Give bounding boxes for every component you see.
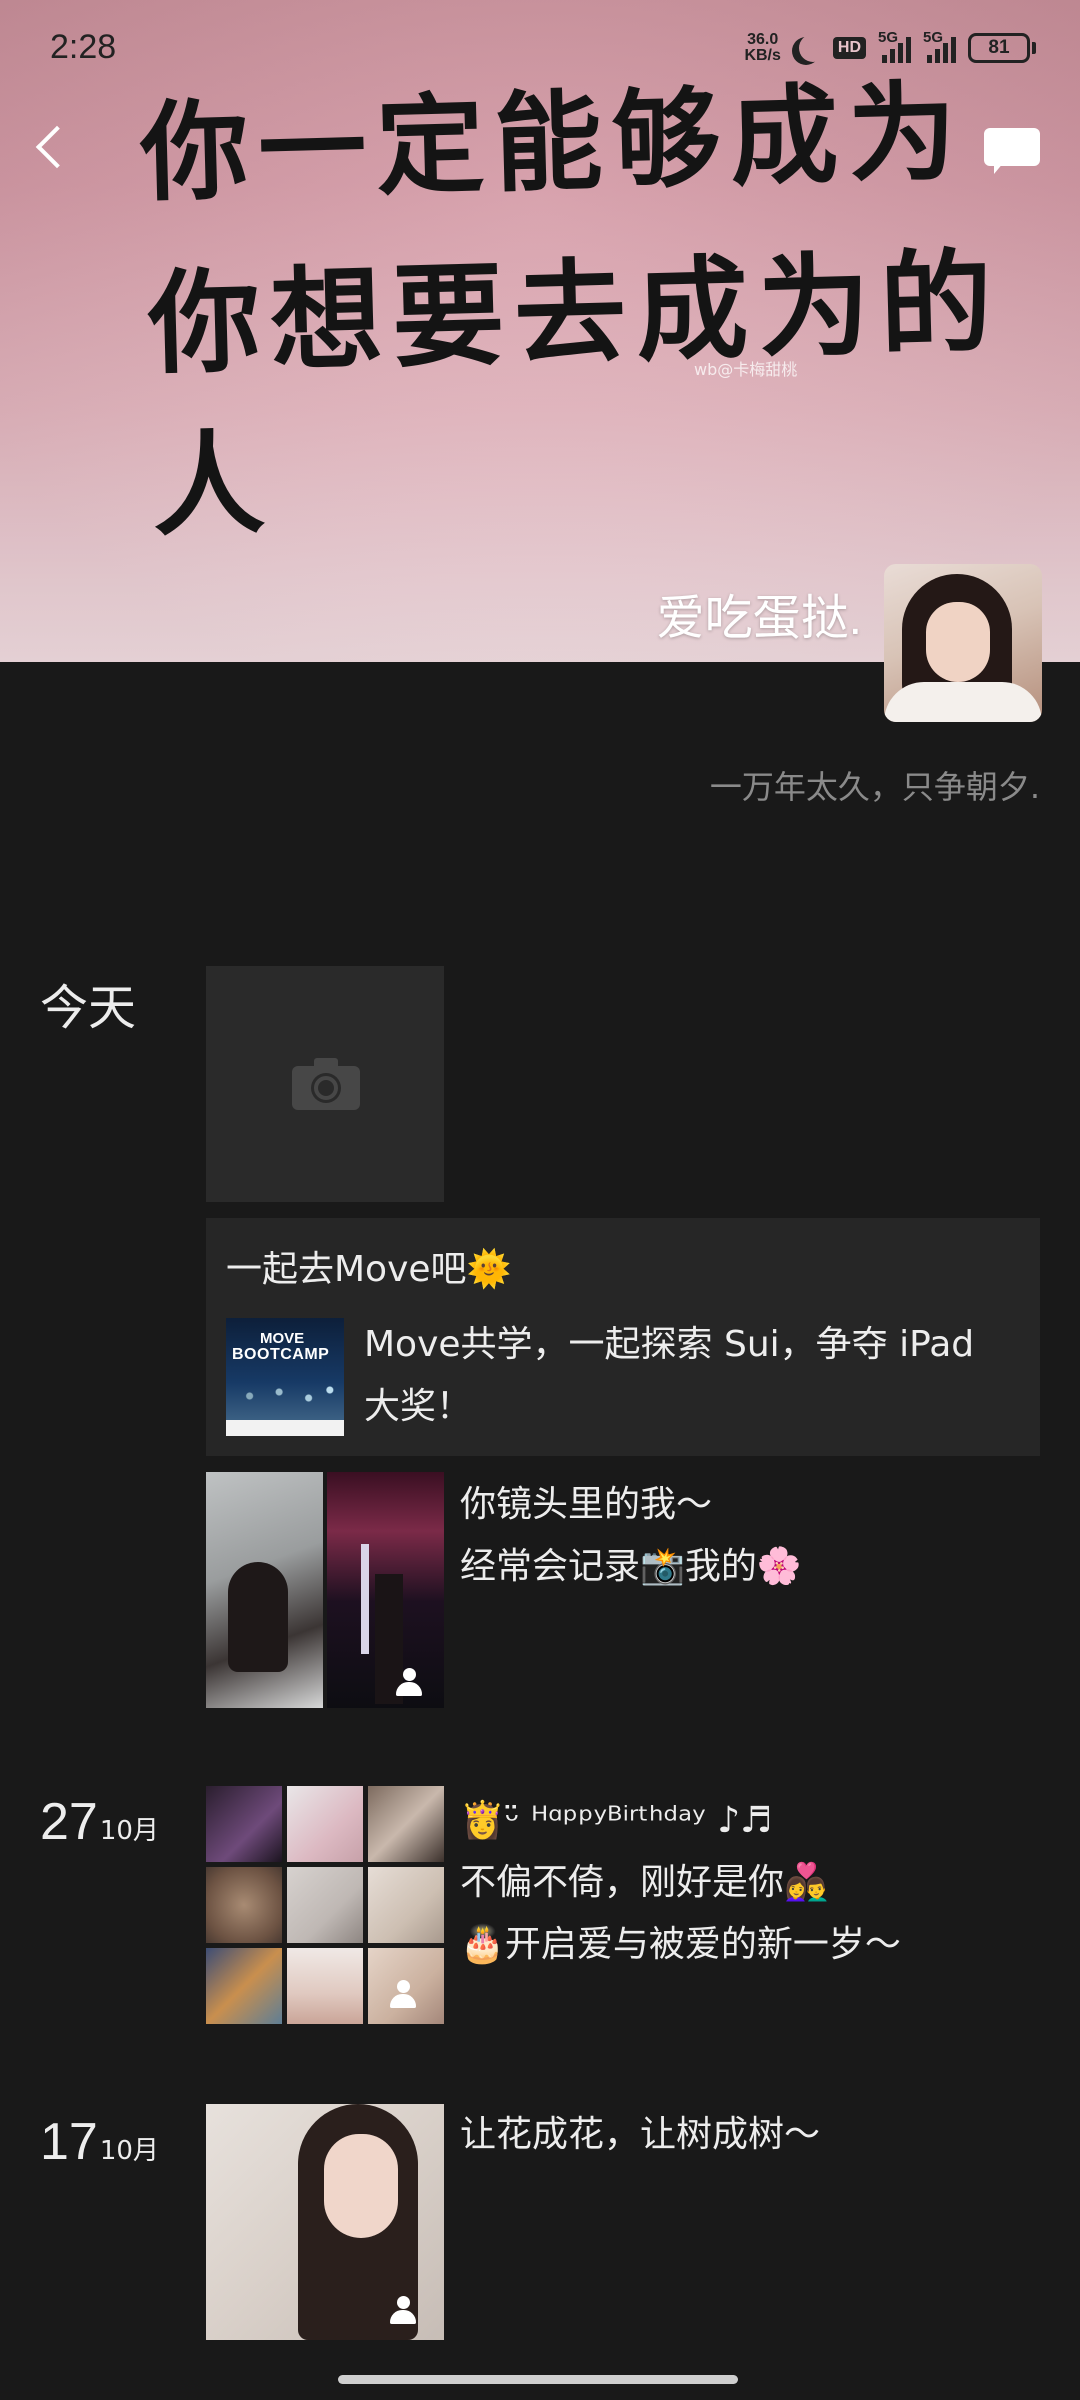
signal-icon: 5G xyxy=(878,29,911,63)
post-new-moment-button[interactable] xyxy=(206,966,444,1202)
profile-signature: 一万年太久，只争朝夕. xyxy=(709,768,1040,806)
post-text[interactable]: 让花成花，让树成树～ xyxy=(460,2104,820,2166)
network-speed-value: 36.0 xyxy=(747,31,779,48)
cover-watermark: wb@卡梅甜桃 xyxy=(694,360,798,379)
post-text-line: 🎂开启爱与被爱的新一岁～ xyxy=(460,1924,901,1965)
moon-icon xyxy=(799,34,827,62)
photo-thumbnail[interactable] xyxy=(287,1867,363,1943)
photo-thumbnail[interactable] xyxy=(206,1948,282,2024)
battery-icon: 81 xyxy=(968,33,1036,63)
signal-1-label: 5G xyxy=(878,29,899,46)
network-speed-unit: KB/s xyxy=(744,47,781,64)
post-text-line: 让花成花，让树成树～ xyxy=(460,2114,821,2155)
photo-thumbnail[interactable] xyxy=(206,1786,282,1862)
shared-link-post[interactable]: 一起去Move吧🌞 MOVE BOOTCAMP Move共学，一起探索 Sui，… xyxy=(206,1218,1040,1456)
comment-icon[interactable] xyxy=(984,128,1040,176)
photo-thumbnail[interactable] xyxy=(206,1867,282,1943)
share-thumbnail: MOVE BOOTCAMP xyxy=(226,1318,344,1436)
share-thumbnail-line2: BOOTCAMP xyxy=(232,1346,330,1363)
signal-2-label: 5G xyxy=(923,29,944,46)
hd-icon: HD xyxy=(832,37,866,59)
cover-image[interactable]: 你一定能够成为 你想要去成为的人 wb@卡梅甜桃 xyxy=(0,0,1080,662)
cover-text-line2: 你想要去成为的人 xyxy=(146,236,1004,553)
status-bar: 2:28 36.0 KB/s HD 5G 5G 81 xyxy=(0,0,1080,96)
date-day: 27 xyxy=(40,1793,98,1851)
photo-thumbnail-pair[interactable] xyxy=(206,1472,444,1708)
post-text-line: 你镜头里的我～ xyxy=(460,1484,713,1525)
profile-name[interactable]: 爱吃蛋挞. xyxy=(657,578,862,648)
post-text[interactable]: 你镜头里的我～ 经常会记录📸我的🌸 xyxy=(460,1474,802,1598)
photo-thumbnail[interactable] xyxy=(287,1786,363,1862)
photo-thumbnail[interactable] xyxy=(287,1948,363,2024)
person-icon xyxy=(392,1668,426,1698)
photo-thumbnail[interactable] xyxy=(368,1867,444,1943)
person-icon xyxy=(386,2296,420,2326)
date-oct-27: 2710月 xyxy=(40,1792,159,1852)
date-month: 10月 xyxy=(99,1816,159,1846)
post-text[interactable]: 👸ᵕ̈ ᴴᵅᵖᵖʸᴮⁱʳᵗʰᵈᵃʸ ♪♬ 不偏不倚，刚好是你👩‍❤️‍👨 🎂开启… xyxy=(460,1790,901,1976)
post-text-line: 经常会记录📸我的🌸 xyxy=(460,1546,802,1587)
battery-level: 81 xyxy=(968,33,1030,63)
person-icon xyxy=(386,1980,420,2010)
share-post-title: 一起去Move吧🌞 xyxy=(226,1249,512,1290)
camera-icon xyxy=(292,1058,360,1110)
status-time: 2:28 xyxy=(50,28,117,66)
avatar[interactable] xyxy=(884,564,1042,722)
signal-icon: 5G xyxy=(923,29,956,63)
date-day: 17 xyxy=(40,2113,98,2171)
photo-thumbnail[interactable] xyxy=(206,1472,323,1708)
date-oct-17: 1710月 xyxy=(40,2112,159,2172)
share-thumbnail-line1: MOVE xyxy=(260,1330,305,1347)
date-month: 10月 xyxy=(99,2136,159,2166)
date-today: 今天 xyxy=(40,980,137,1036)
network-speed: 36.0 KB/s xyxy=(744,32,780,64)
photo-thumbnail[interactable] xyxy=(327,1472,444,1708)
home-indicator[interactable] xyxy=(338,2375,738,2384)
back-icon[interactable] xyxy=(30,124,70,172)
post-text-line: 不偏不倚，刚好是你👩‍❤️‍👨 xyxy=(460,1862,829,1903)
post-text-line: 👸ᵕ̈ ᴴᵅᵖᵖʸᴮⁱʳᵗʰᵈᵃʸ ♪♬ xyxy=(460,1800,773,1841)
photo-thumbnail[interactable] xyxy=(368,1786,444,1862)
status-icons: 36.0 KB/s HD 5G 5G 81 xyxy=(744,29,1036,66)
share-description: Move共学，一起探索 Sui，争夺 iPad 大奖！ xyxy=(364,1324,975,1427)
